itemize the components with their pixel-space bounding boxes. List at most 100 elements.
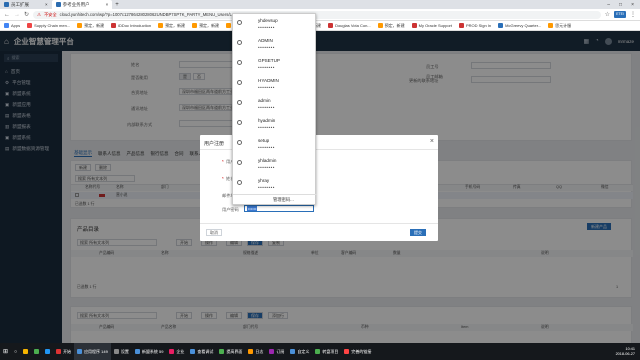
saved-credential[interactable]: yhdevsup •••••••• [233,14,317,34]
app-icon [344,349,350,354]
favicon-icon [55,2,61,7]
bookmark-item[interactable]: 预定，新建 [77,23,104,29]
bookmark-item[interactable]: Supply Chain men... [27,23,70,28]
taskbar-app[interactable]: 日志 [245,343,266,360]
credential-user: GPSETUP [258,58,280,63]
password-input[interactable]: •••••• [244,205,314,212]
security-label: 不安全 [44,11,57,17]
edge-icon [45,349,51,354]
manage-passwords-link[interactable]: 管理密码... [273,197,294,203]
saved-credential[interactable]: yhladmin •••••••• [233,154,317,174]
close-icon[interactable]: × [106,2,109,7]
credential-user: hyadmin [258,118,276,123]
key-icon [237,40,242,45]
taskbar-pinned[interactable] [31,343,42,360]
bookmark-apps[interactable]: Apps [4,23,20,28]
saved-credential[interactable]: HYADMIN •••••••• [233,74,317,94]
bookmark-icon [411,23,417,28]
bookmark-item[interactable]: iDDoc Introduction [111,23,151,28]
bookmark-label: 预定，新建 [165,22,186,28]
bookmark-item[interactable]: 预定，新建 [377,22,405,29]
submit-button[interactable]: 提交 [410,229,426,236]
required-mark: * [222,159,224,164]
credential-pass: •••••••• [258,65,275,70]
bookmark-item[interactable]: 预定，新建 [158,23,185,29]
saved-credential[interactable]: yhray •••••••• [233,174,317,194]
taskbar-app[interactable]: 查看调试 [187,343,216,360]
bookmark-icon [548,23,554,28]
taskbar-app[interactable]: 转盘项目 [312,343,341,360]
taskbar-app-label: 企业 [176,348,185,354]
bookmark-icon [498,23,504,28]
minimize-icon[interactable]: – [607,2,610,8]
saved-credential[interactable]: ADMIN •••••••• [233,34,317,54]
favicon-icon [4,2,9,7]
bookmark-label: 预定，新建 [384,22,405,28]
bookmark-item[interactable]: 预定，新建 [192,23,219,29]
taskbar-app[interactable]: 企业 [166,343,187,360]
key-icon [237,120,242,125]
credential-user: yhray [258,178,270,183]
close-icon[interactable]: × [430,138,434,145]
app-icon [134,349,140,354]
start-button[interactable]: ⊞ [0,343,11,360]
credential-pass: •••••••• [258,145,275,150]
taskbar-pinned[interactable] [42,343,53,360]
menu-icon[interactable]: ⋮ [630,11,636,18]
maximize-icon[interactable]: □ [619,2,622,8]
close-icon[interactable]: × [45,2,48,7]
taskbar-app[interactable]: 应用程序 149 [74,343,111,360]
taskbar-app-label: 新盟系统 59 [141,348,164,354]
taskbar-app[interactable]: 设置 [111,343,132,360]
bookmark-item[interactable]: McGreevy Quarter... [498,23,541,28]
app-icon [169,349,175,354]
avatar[interactable]: ETEI [614,11,626,18]
address-bar: ← → ↻ ⚠ 不安全 cloud.yunhitech.com/wp/?p=10… [0,9,640,21]
bookmark-item[interactable]: PROD Sign In [459,23,491,28]
browser-tab-label: 参考业务用户 [62,1,90,7]
system-clock[interactable]: 10:41 2018-06-27 [616,347,640,356]
credential-user: ADMIN [258,38,273,43]
taskbar-app[interactable]: 完善的链接 [341,343,374,360]
saved-credential[interactable]: hyadmin •••••••• [233,114,317,134]
credential-user: setup [258,138,270,143]
bookmark-icon [192,23,198,28]
cancel-button[interactable]: 取消 [206,229,222,236]
browser-tab[interactable]: 员工扩展 × [0,0,52,9]
bookmark-icon [158,23,164,28]
bookmark-label: iDDoc Introduction [118,23,152,28]
saved-credential[interactable]: GPSETUP •••••••• [233,54,317,74]
saved-credential[interactable]: setup •••••••• [233,134,317,154]
warning-icon: ⚠ [37,11,42,17]
taskbar-app[interactable]: 自定义 [287,343,312,360]
taskbar-app[interactable]: 提高界面 [216,343,245,360]
browser-tab-active[interactable]: 参考业务用户 × [51,0,113,9]
bookmark-icon [377,23,383,28]
bookmark-item[interactable]: Douglas Vota Con... [328,23,371,28]
back-icon[interactable]: ← [4,12,10,18]
taskbar-app[interactable]: 订阅 [266,343,287,360]
taskbar-pinned[interactable] [20,343,31,360]
bookmark-icon [328,23,334,28]
taskbar-app-label: 自定义 [297,348,310,354]
os-taskbar: ⊞ ○ 开始 应用程序 149 设置 新盟系统 59 企业 查看调试 提高界面 … [0,343,640,360]
new-tab-icon[interactable]: + [115,2,119,8]
forward-icon[interactable]: → [14,12,20,18]
app-icon [248,349,254,354]
saved-credential[interactable]: admin •••••••• [233,94,317,114]
taskbar-search-icon[interactable]: ○ [11,343,20,360]
star-icon[interactable]: ☆ [605,11,610,18]
taskbar-app[interactable]: 开始 [53,343,74,360]
window-close-icon[interactable]: × [631,2,634,8]
reload-icon[interactable]: ↻ [24,11,29,18]
windows-icon: ⊞ [3,349,9,355]
key-icon [237,140,242,145]
credential-pass: •••••••• [258,45,275,50]
taskbar-app[interactable]: 新盟系统 59 [132,343,167,360]
key-icon [237,60,242,65]
credential-pass: •••••••• [258,25,275,30]
app-icon [219,349,225,354]
app-icon [190,349,196,354]
bookmark-item[interactable]: 思元计服 [548,23,571,29]
bookmark-item[interactable]: My Oracle Support [411,23,452,28]
